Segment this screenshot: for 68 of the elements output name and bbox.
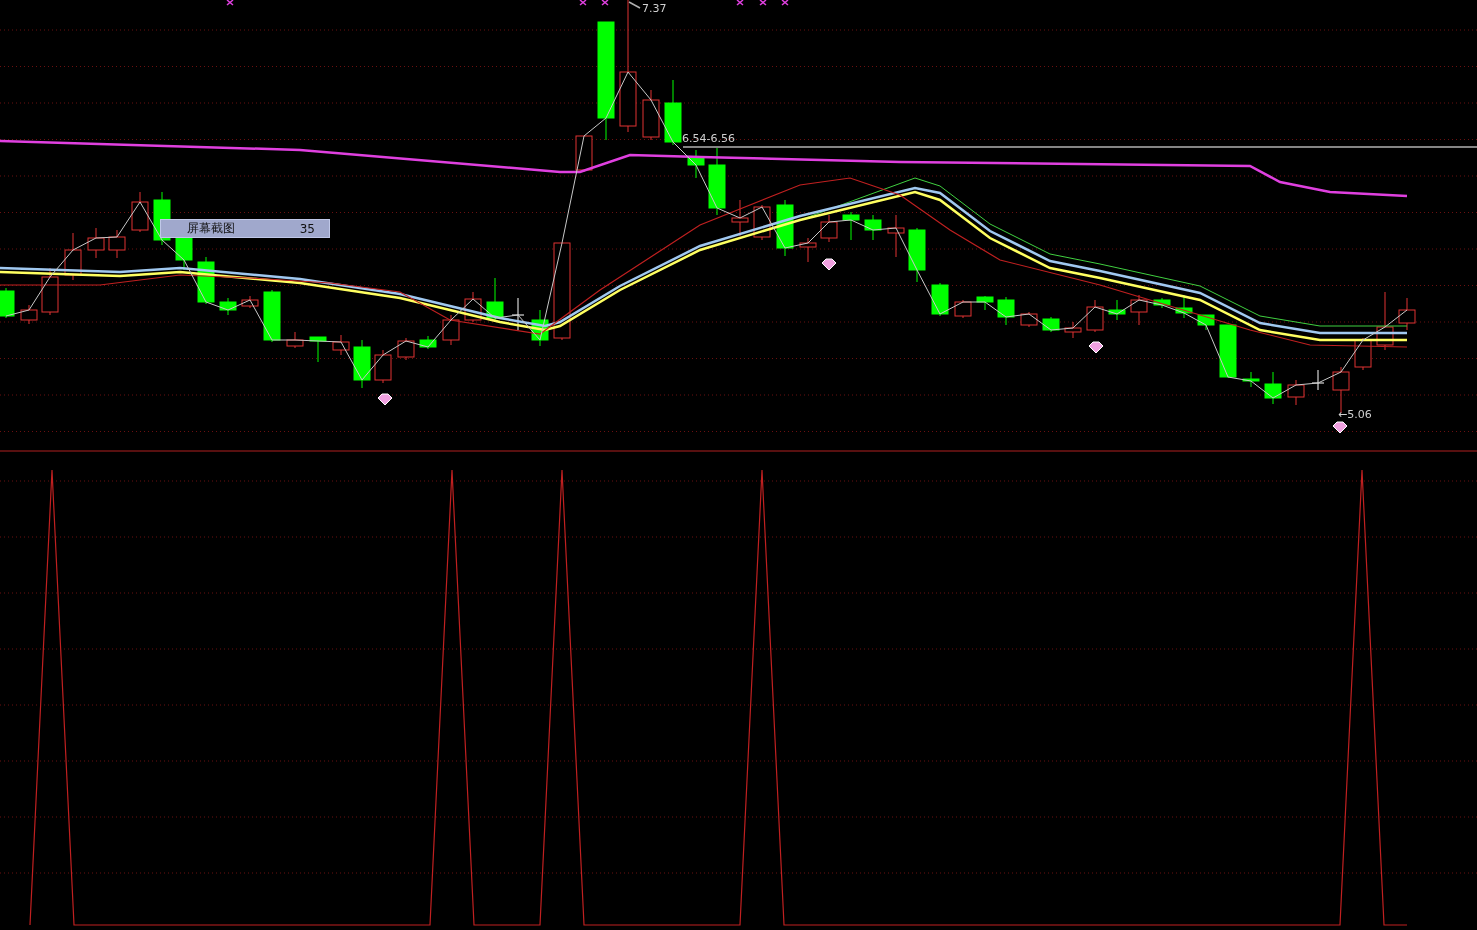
candlestick (887, 214, 905, 258)
candlestick (64, 232, 82, 281)
candlestick (708, 147, 726, 216)
candlestick (997, 296, 1015, 326)
candlestick (575, 135, 593, 173)
high-price-label: 7.37 (642, 2, 667, 15)
candlestick (464, 291, 482, 323)
candlestick (1020, 311, 1038, 328)
candlestick (731, 199, 749, 237)
candlestick (511, 297, 525, 331)
candlestick (799, 237, 817, 263)
candlestick (1264, 371, 1282, 405)
candlestick (20, 304, 38, 325)
candlestick (664, 79, 682, 146)
candlestick (442, 314, 460, 346)
signal-mark-icon (601, 0, 609, 6)
candlestick (1086, 299, 1104, 333)
candlestick (1287, 379, 1305, 406)
candlestick (1242, 371, 1260, 388)
candlestick (374, 349, 392, 384)
candlestick (219, 297, 237, 316)
candlestick (842, 211, 860, 241)
candlestick (976, 295, 994, 311)
candlestick (776, 199, 794, 257)
candlestick (1311, 369, 1325, 391)
candlestick (531, 309, 549, 347)
candlestick (1153, 297, 1171, 309)
gem-icon (1088, 341, 1104, 354)
candlestick (286, 331, 304, 349)
candlestick (353, 339, 371, 389)
candlestick (1398, 297, 1416, 331)
tooltip-title: 屏幕截图 (187, 220, 235, 237)
candlestick (332, 334, 350, 356)
signal-mark-icon (579, 0, 587, 6)
candlestick (419, 335, 437, 350)
candlestick (87, 227, 105, 259)
leader-line (628, 1, 641, 9)
signal-mark-icon (781, 0, 789, 6)
signal-mark-icon (736, 0, 744, 6)
price-range-label: 6.54-6.56 (682, 132, 735, 145)
candlestick (1219, 324, 1237, 379)
candlestick (931, 282, 949, 317)
candlestick (864, 214, 882, 241)
candlestick (108, 229, 126, 259)
gem-icon (377, 393, 393, 406)
candlestick (1042, 316, 1060, 333)
candlestick (263, 289, 281, 343)
candlestick (908, 227, 926, 283)
candlestick (0, 287, 15, 319)
candlestick (241, 295, 259, 309)
candlestick (131, 191, 149, 233)
signal-mark-icon (759, 0, 767, 6)
signal-mark-icon (226, 0, 234, 6)
low-price-label: ←5.06 (1338, 408, 1372, 421)
candlestick (397, 337, 415, 361)
candlestick (1376, 291, 1394, 351)
gem-icon (1332, 421, 1348, 434)
candlestick (486, 277, 504, 321)
candlestick (1130, 294, 1148, 326)
candlestick (687, 149, 705, 179)
candlestick (642, 89, 660, 141)
gem-icon (821, 258, 837, 271)
tooltip-value: 35 (299, 221, 315, 236)
candlestick (1064, 321, 1082, 339)
candlestick (309, 336, 327, 363)
candlestick (1197, 314, 1215, 331)
candlestick (820, 214, 838, 243)
candlestick (1108, 299, 1126, 321)
